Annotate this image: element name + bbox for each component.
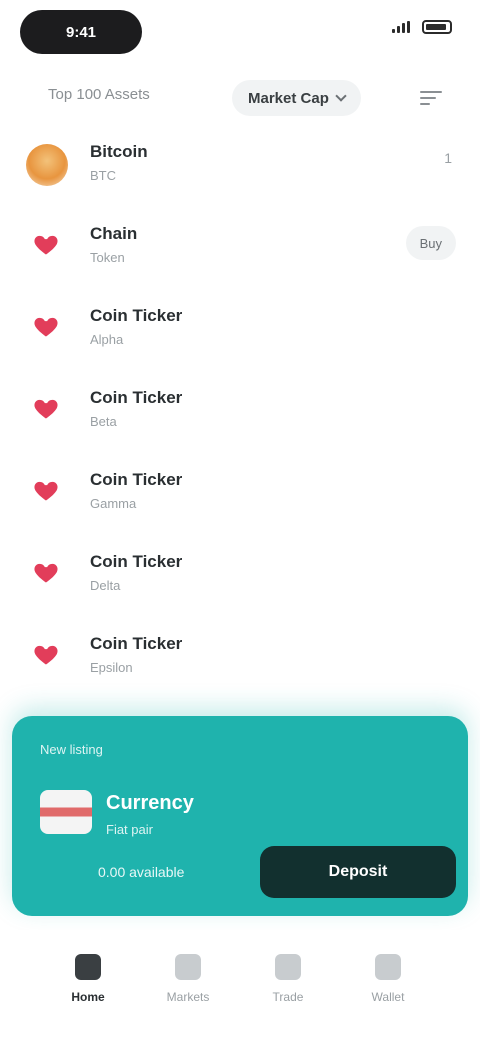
nav-item-home[interactable]: Home: [48, 954, 128, 1024]
list-item[interactable]: Coin Ticker Alpha: [0, 286, 480, 368]
card-title: Currency: [106, 792, 194, 814]
list-item-subtitle: Beta: [90, 414, 117, 429]
nav-label: Wallet: [371, 990, 405, 1004]
list-item-subtitle: Token: [90, 250, 125, 265]
card-detail: 0.00 available: [98, 864, 185, 880]
wallet-icon: [375, 954, 401, 980]
list-item[interactable]: Coin Ticker Gamma: [0, 450, 480, 532]
list-item-subtitle: Alpha: [90, 332, 124, 347]
heart-icon: [34, 481, 58, 501]
list-item-title: Coin Ticker: [90, 470, 183, 489]
nav-label: Trade: [272, 990, 304, 1004]
app-screen: 9:41 Top 100 Assets Market Cap Bitcoin B…: [0, 0, 480, 1040]
filter-bar: Top 100 Assets Market Cap: [0, 74, 480, 122]
list-item-meta: 1: [444, 150, 452, 166]
chevron-down-icon: [335, 90, 347, 102]
sort-dropdown[interactable]: Market Cap: [232, 80, 361, 116]
list-item-title: Chain: [90, 224, 138, 243]
nav-item-markets[interactable]: Markets: [148, 954, 228, 1024]
battery-icon: [422, 20, 452, 34]
nav-item-trade[interactable]: Trade: [248, 954, 328, 1024]
list-item-subtitle: BTC: [90, 168, 116, 183]
heart-icon: [34, 235, 58, 255]
deposit-card: New listing Currency Fiat pair 0.00 avai…: [12, 716, 468, 916]
asset-list: Bitcoin BTC 1 Chain Token Buy Coin Ticke…: [0, 122, 480, 696]
trade-icon: [275, 954, 301, 980]
status-time: 9:41: [20, 10, 142, 54]
list-item[interactable]: Coin Ticker Delta: [0, 532, 480, 614]
card-subtitle: Fiat pair: [106, 822, 153, 837]
chart-icon: [175, 954, 201, 980]
list-item[interactable]: Coin Ticker Beta: [0, 368, 480, 450]
nav-label: Home: [71, 990, 105, 1004]
status-icons: [392, 20, 452, 34]
flag-icon: [40, 790, 92, 834]
card-eyebrow: New listing: [40, 742, 103, 757]
list-item-subtitle: Gamma: [90, 496, 137, 511]
list-item-title: Coin Ticker: [90, 634, 183, 653]
status-bar: 9:41: [0, 0, 480, 64]
list-filter-label[interactable]: Top 100 Assets: [48, 86, 150, 103]
filter-icon[interactable]: [420, 86, 444, 110]
list-item-title: Coin Ticker: [90, 388, 183, 407]
heart-icon: [34, 317, 58, 337]
heart-icon: [34, 645, 58, 665]
home-icon: [75, 954, 101, 980]
heart-icon: [34, 399, 58, 419]
nav-item-wallet[interactable]: Wallet: [348, 954, 428, 1024]
list-item[interactable]: Bitcoin BTC 1: [0, 122, 480, 204]
nav-label: Markets: [166, 990, 210, 1004]
list-item-title: Bitcoin: [90, 142, 148, 161]
list-item-title: Coin Ticker: [90, 306, 183, 325]
bottom-nav: Home Markets Trade Wallet: [0, 930, 480, 1040]
coin-avatar-icon: [26, 144, 68, 186]
list-item-action-button[interactable]: Buy: [405, 226, 456, 260]
deposit-button[interactable]: Deposit: [260, 846, 456, 898]
list-item-title: Coin Ticker: [90, 552, 183, 571]
list-item[interactable]: Coin Ticker Epsilon: [0, 614, 480, 696]
sort-label: Market Cap: [248, 89, 329, 107]
list-item[interactable]: Chain Token Buy: [0, 204, 480, 286]
list-item-subtitle: Epsilon: [90, 660, 133, 675]
heart-icon: [34, 563, 58, 583]
signal-icon: [392, 21, 414, 33]
list-item-subtitle: Delta: [90, 578, 121, 593]
